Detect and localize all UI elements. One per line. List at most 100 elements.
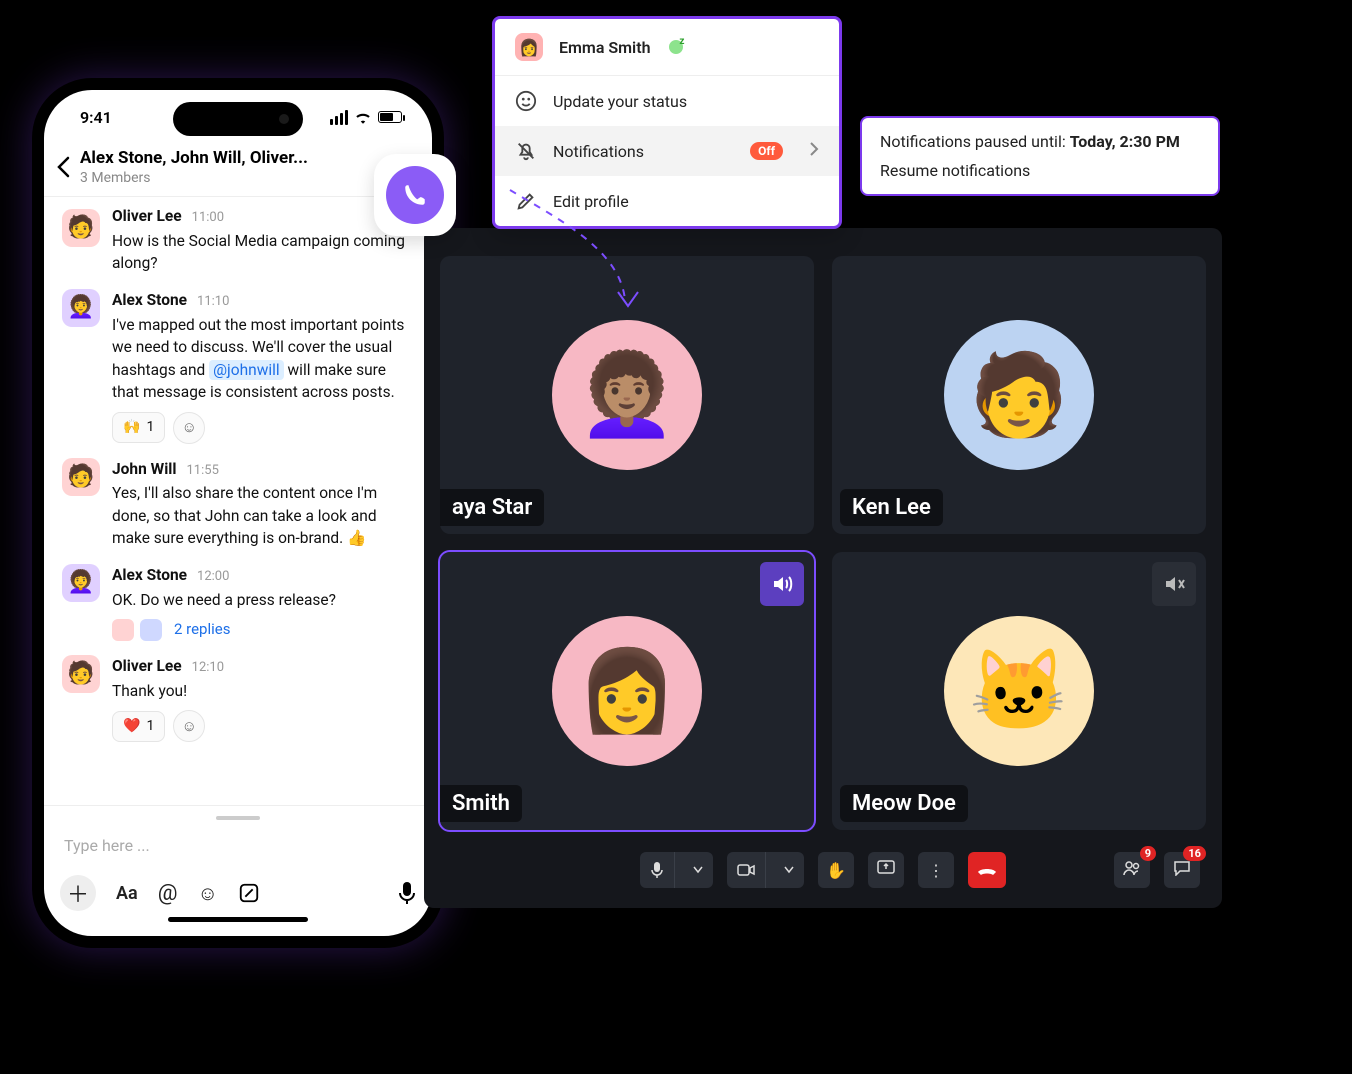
participants-badge: 9: [1140, 846, 1156, 861]
message: 👩‍🦱 Alex Stone 11:10 I've mapped out the…: [62, 289, 414, 444]
off-badge: Off: [750, 142, 783, 160]
message: 🧑 Oliver Lee 12:10 Thank you! ❤️ 1 ☺: [62, 655, 414, 742]
status-time: 9:41: [80, 108, 112, 127]
bell-off-icon: [515, 140, 537, 162]
message-body: I've mapped out the most important point…: [112, 314, 414, 404]
kebab-icon: ⋮: [928, 861, 944, 880]
mic-icon: [640, 852, 675, 888]
participant-tile[interactable]: 🐱 Meow Doe: [832, 552, 1206, 830]
participant-tile[interactable]: 🧑 Ken Lee: [832, 256, 1206, 534]
phone-notch: [173, 102, 303, 136]
participant-tile[interactable]: 👩 Smith: [440, 552, 814, 830]
user-menu-header[interactable]: 👩 Emma Smith: [495, 19, 839, 76]
user-mention[interactable]: @johnwill: [209, 360, 284, 380]
message: 🧑 John Will 11:55 Yes, I'll also share t…: [62, 458, 414, 550]
resume-notifications-link[interactable]: Resume notifications: [880, 161, 1200, 180]
format-button[interactable]: Aa: [116, 883, 138, 904]
replies-link[interactable]: 2 replies: [174, 619, 230, 641]
end-call-button[interactable]: [968, 852, 1006, 888]
message: 🧑 Oliver Lee 11:00 How is the Social Med…: [62, 209, 414, 275]
participant-tile[interactable]: 👩🏽‍🦱 aya Star: [440, 256, 814, 534]
menu-item-notifications[interactable]: Notifications Off: [495, 126, 839, 176]
participant-avatar: 🧑: [944, 320, 1094, 470]
participant-avatar: 👩🏽‍🦱: [552, 320, 702, 470]
share-screen-button[interactable]: [868, 852, 904, 888]
camera-icon: [727, 852, 766, 888]
participant-name: Ken Lee: [840, 489, 943, 526]
camera-button[interactable]: [727, 852, 804, 888]
phone-down-icon: [976, 861, 998, 880]
audio-call-fab[interactable]: [374, 154, 456, 236]
participant-name: Smith: [440, 785, 522, 822]
mic-button[interactable]: [640, 852, 713, 888]
attach-button[interactable]: ＋: [60, 875, 96, 911]
sheet-grabber[interactable]: [216, 816, 260, 820]
people-icon: [1122, 860, 1142, 880]
pencil-icon: [515, 190, 537, 212]
message-author: Alex Stone: [112, 564, 187, 586]
menu-item-edit-profile[interactable]: Edit profile: [495, 176, 839, 226]
notif-paused-line: Notifications paused until: Today, 2:30 …: [880, 132, 1200, 151]
avatar[interactable]: 🧑: [62, 458, 100, 496]
message-input[interactable]: Type here ...: [60, 828, 416, 875]
participant-name: Meow Doe: [840, 785, 968, 822]
more-button[interactable]: ⋮: [918, 852, 954, 888]
message-time: 11:00: [192, 209, 224, 228]
user-name: Emma Smith: [559, 38, 651, 57]
message-author: Alex Stone: [112, 289, 187, 311]
participants-button[interactable]: 9: [1114, 852, 1150, 888]
reaction-pill[interactable]: 🙌 1: [112, 412, 165, 442]
avatar: 👩: [515, 33, 543, 61]
message-author: Oliver Lee: [112, 205, 182, 227]
mention-button[interactable]: @: [158, 881, 178, 906]
reply-avatar: [140, 619, 162, 641]
message-author: John Will: [112, 458, 177, 480]
message-time: 12:10: [192, 659, 224, 678]
chat-button[interactable]: 16: [1164, 852, 1200, 888]
menu-item-update-status[interactable]: Update your status: [495, 76, 839, 126]
phone-icon: [402, 182, 428, 208]
message: 👩‍🦱 Alex Stone 12:00 OK. Do we need a pr…: [62, 564, 414, 641]
menu-item-label: Notifications: [553, 142, 644, 161]
speaker-icon: [760, 562, 804, 606]
avatar[interactable]: 🧑: [62, 209, 100, 247]
participant-avatar: 🐱: [944, 616, 1094, 766]
raise-hand-button[interactable]: ✋: [818, 852, 854, 888]
participant-name: aya Star: [440, 489, 544, 526]
avatar[interactable]: 🧑: [62, 655, 100, 693]
avatar[interactable]: 👩‍🦱: [62, 564, 100, 602]
emoji-button[interactable]: ☺: [197, 881, 217, 906]
chevron-down-icon[interactable]: [774, 852, 804, 888]
wifi-icon: [354, 110, 372, 124]
menu-item-label: Update your status: [553, 92, 687, 111]
reply-avatar: [112, 619, 134, 641]
add-reaction-button[interactable]: ☺: [173, 412, 205, 444]
reaction-pill[interactable]: ❤️ 1: [112, 711, 165, 741]
compose-button[interactable]: [238, 882, 260, 904]
back-button[interactable]: [56, 156, 70, 178]
chat-badge: 16: [1183, 846, 1206, 861]
message-time: 11:55: [187, 462, 219, 481]
user-menu: 👩 Emma Smith Update your status Notifica…: [492, 16, 842, 229]
chevron-down-icon[interactable]: [683, 852, 713, 888]
reaction-count: 1: [146, 716, 154, 736]
avatar[interactable]: 👩‍🦱: [62, 289, 100, 327]
reaction-count: 1: [146, 417, 154, 437]
hand-icon: ✋: [826, 861, 846, 880]
participant-avatar: 👩: [552, 616, 702, 766]
video-call-window: 👩🏽‍🦱 aya Star 🧑 Ken Lee 👩 Smith 🐱 Meow D…: [424, 228, 1222, 908]
message-body: How is the Social Media campaign coming …: [112, 230, 414, 275]
mic-button[interactable]: [398, 881, 416, 905]
smiley-icon: [515, 90, 537, 112]
notifications-popup: Notifications paused until: Today, 2:30 …: [860, 116, 1220, 196]
chat-title[interactable]: Alex Stone, John Will, Oliver...: [80, 148, 376, 168]
status-right: [330, 110, 402, 125]
home-indicator: [168, 917, 308, 922]
message-list[interactable]: 🧑 Oliver Lee 11:00 How is the Social Med…: [44, 197, 432, 805]
message-time: 11:10: [197, 293, 229, 312]
text-fragment: Notifications paused until:: [880, 132, 1070, 151]
message-time: 12:00: [197, 568, 229, 587]
add-reaction-button[interactable]: ☺: [173, 710, 205, 742]
phone-frame: 9:41 Alex Stone, John Will, Oliver... 3 …: [32, 78, 444, 948]
status-snooze-icon: [667, 38, 685, 56]
